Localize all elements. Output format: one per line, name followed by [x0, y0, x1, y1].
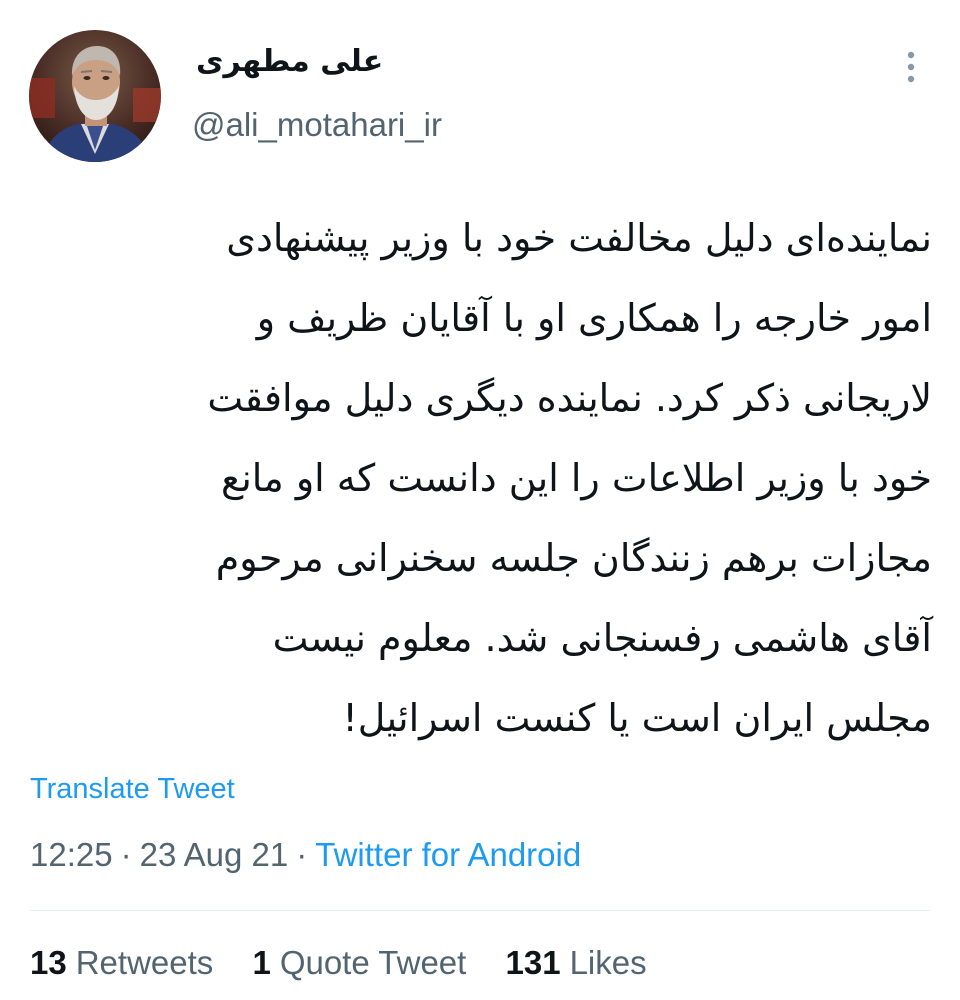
- retweets-stat[interactable]: 13 Retweets: [30, 944, 213, 982]
- divider: [30, 910, 930, 911]
- likes-label: Likes: [569, 944, 647, 981]
- quote-tweets-count: 1: [252, 944, 271, 981]
- likes-count: 131: [505, 944, 561, 981]
- meta-separator: ·: [296, 836, 308, 873]
- meta-separator: ·: [120, 836, 132, 873]
- more-options-button[interactable]: [896, 46, 926, 88]
- profile-photo: [29, 30, 161, 162]
- tweet-text-line: خود با وزیر اطلاعات را این دانست که او م…: [221, 456, 932, 500]
- tweet-text-line: آقای هاشمی رفسنجانی شد. معلوم نیست: [272, 616, 932, 660]
- tweet-source-link[interactable]: Twitter for Android: [315, 836, 581, 873]
- author-avatar[interactable]: [29, 30, 161, 162]
- tweet-text-line: نماینده‌ای دلیل مخالفت خود با وزیر پیشنه…: [226, 216, 932, 260]
- tweet-metadata: 12:25 · 23 Aug 21 · Twitter for Android: [30, 836, 581, 874]
- quote-tweets-label: Quote Tweet: [279, 944, 467, 981]
- likes-stat[interactable]: 131 Likes: [506, 944, 647, 982]
- tweet-stats: 13 Retweets 1 Quote Tweet 131 Likes: [30, 944, 647, 982]
- tweet-text: نماینده‌ای دلیل مخالفت خود با وزیر پیشنه…: [28, 198, 932, 758]
- author-handle[interactable]: @ali_motahari_ir: [192, 106, 442, 144]
- more-vertical-icon: [907, 51, 915, 83]
- retweets-label: Retweets: [75, 944, 214, 981]
- tweet-text-line: امور خارجه را همکاری او با آقایان ظریف و: [256, 296, 932, 340]
- translate-tweet-link[interactable]: Translate Tweet: [30, 773, 235, 806]
- author-display-name[interactable]: علی مطهری: [196, 44, 383, 79]
- tweet-time[interactable]: 12:25: [30, 836, 113, 873]
- quote-tweets-stat[interactable]: 1 Quote Tweet: [252, 944, 466, 982]
- tweet-date[interactable]: 23 Aug 21: [140, 836, 289, 873]
- retweets-count: 13: [30, 944, 67, 981]
- tweet-text-line: لاریجانی ذکر کرد. نماینده دیگری دلیل موا…: [207, 376, 932, 420]
- tweet-text-line: مجازات برهم زنندگان جلسه سخنرانی مرحوم: [215, 536, 932, 580]
- tweet-text-line: مجلس ایران است یا کنست اسرائیل!: [342, 696, 932, 740]
